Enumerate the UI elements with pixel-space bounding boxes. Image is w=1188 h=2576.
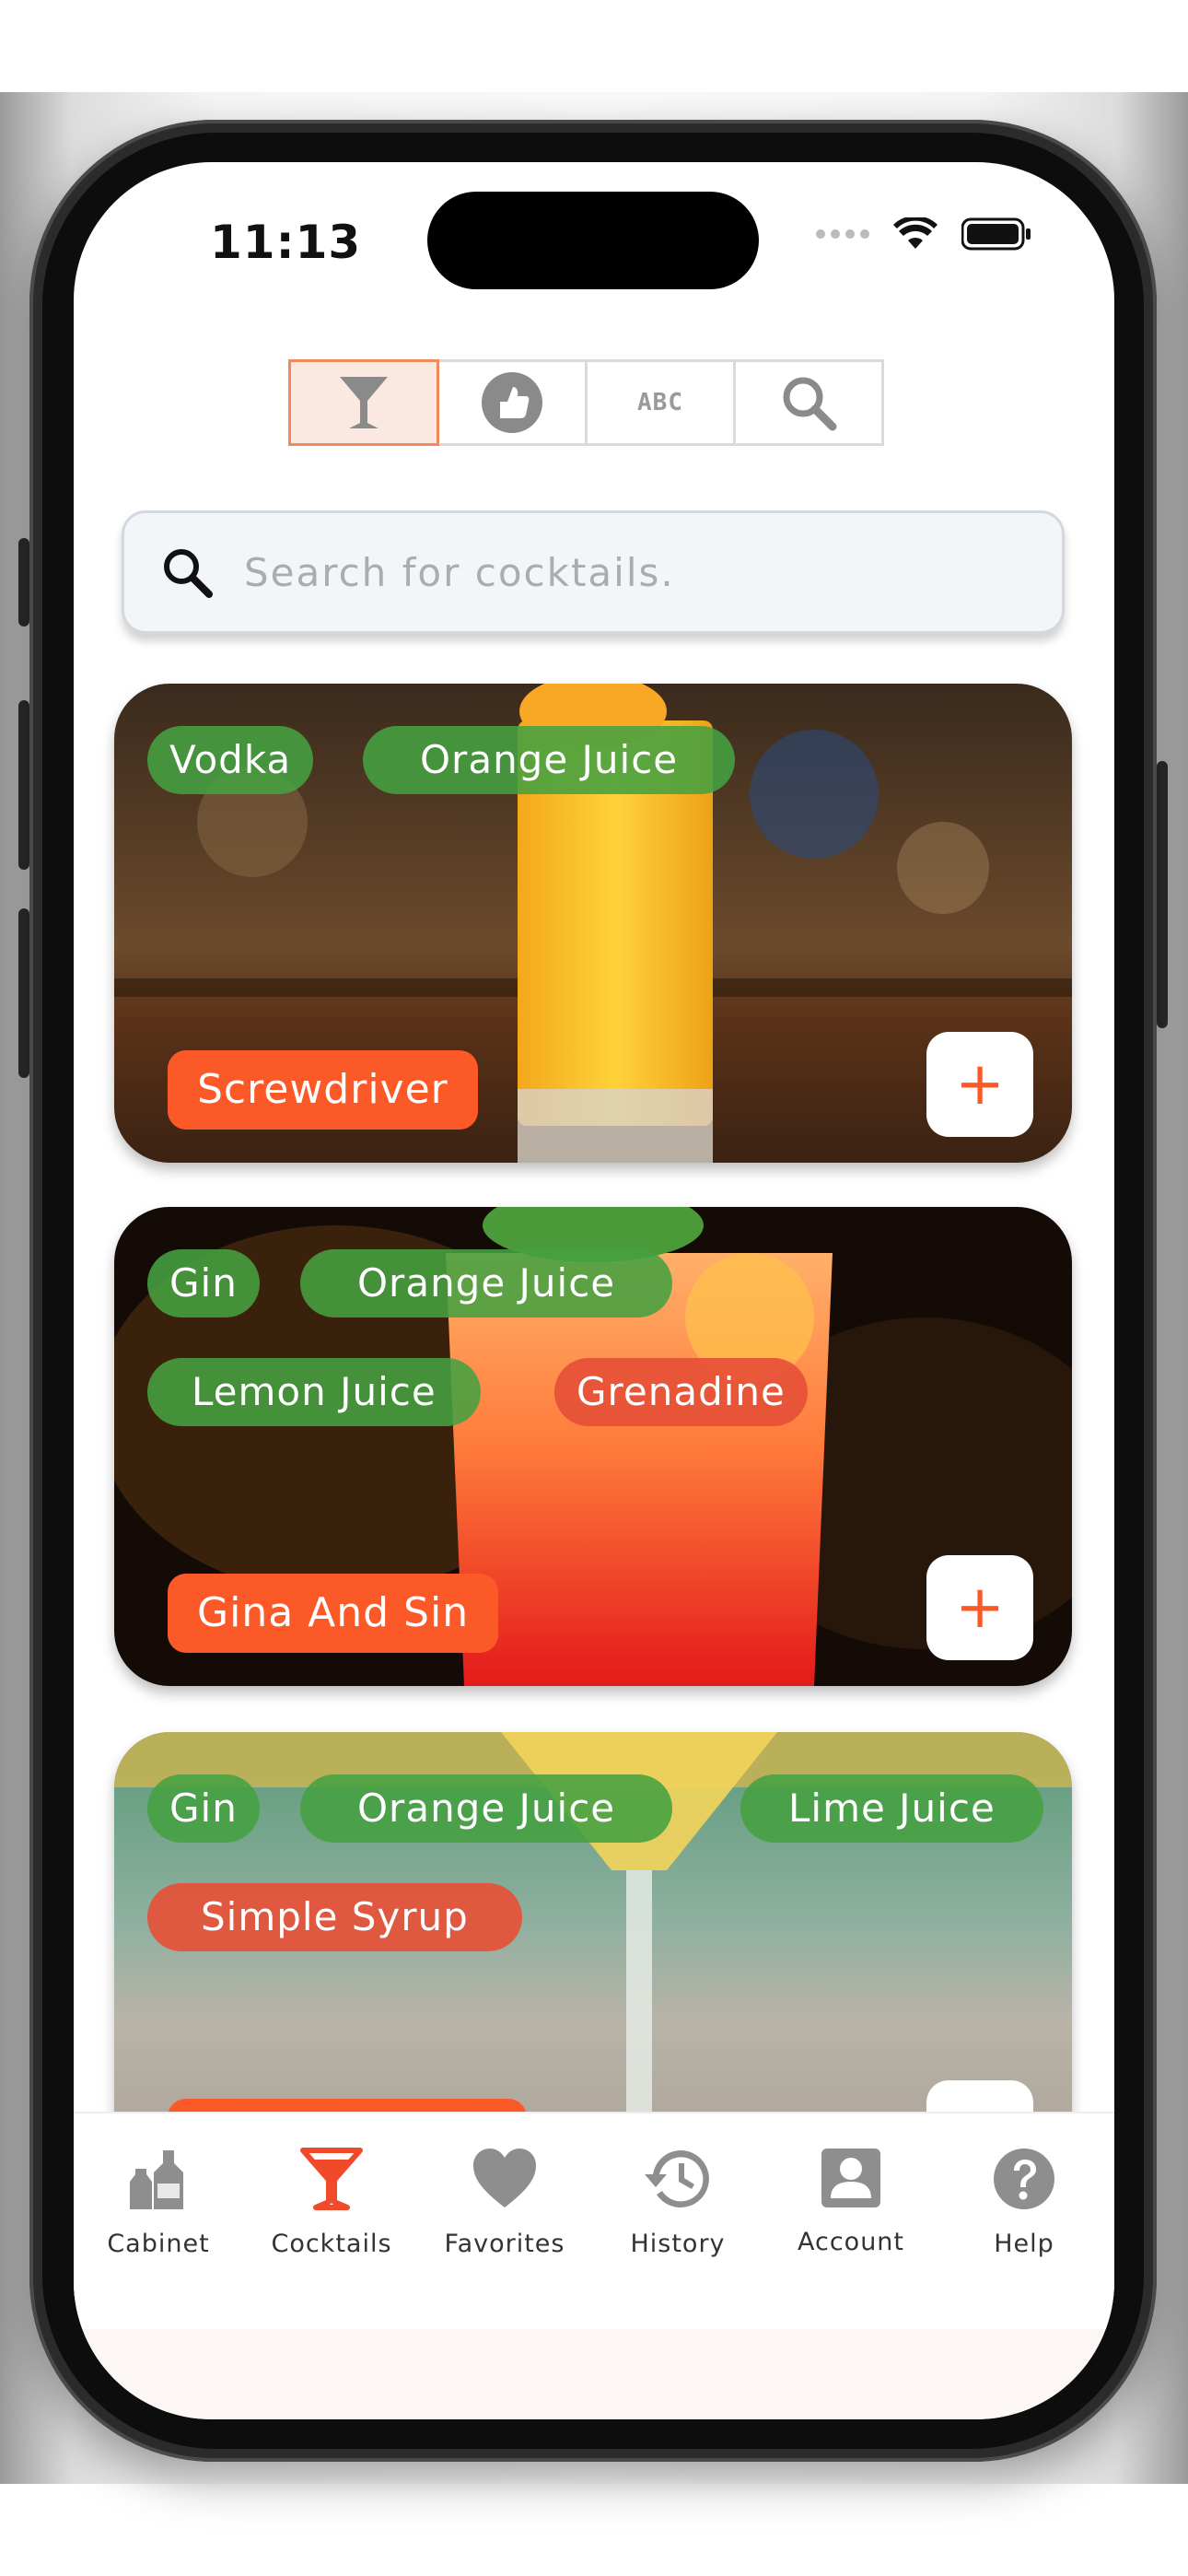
segment-search[interactable] [733,359,884,446]
phone-power-button [1157,761,1168,1028]
heart-icon [473,2149,536,2207]
ingredient-chip: Orange Juice [300,1774,673,1843]
segment-alphabetical[interactable]: ABC [585,359,736,446]
tab-label: Cabinet [107,2230,210,2258]
cocktail-icon [340,377,388,428]
search-icon [164,549,213,598]
plus-icon: + [955,1574,1005,1642]
dynamic-island [427,192,759,289]
search-input[interactable] [242,548,1001,596]
add-cocktail-button[interactable]: + [926,1032,1033,1137]
bottles-icon [130,2150,183,2209]
search-icon [783,377,837,431]
cocktail-card[interactable]: Gin Orange Juice Lime Juice Simple Syrup… [114,1732,1072,2152]
cocktail-card[interactable]: Gin Orange Juice Lemon Juice Grenadine G… [114,1207,1072,1686]
app-screen: Vodka Orange Juice Screwdriver + Gin Ora… [74,162,1114,2419]
tab-label: History [630,2230,726,2258]
cocktail-icon [300,2148,363,2210]
filter-segmented-control: ABC [288,359,884,446]
phone-volume-up-button [18,700,29,870]
battery-icon [961,217,1031,251]
account-icon [821,2149,880,2207]
wifi-icon [893,217,938,249]
tab-history[interactable]: History [591,2147,764,2258]
tab-bar: Cabinet Cocktails Favorites History Acco… [74,2112,1114,2419]
plus-icon: + [955,1050,1005,1118]
tab-label: Favorites [444,2230,565,2258]
phone-side-button [18,538,29,626]
tab-cabinet[interactable]: Cabinet [74,2147,245,2258]
tab-favorites[interactable]: Favorites [418,2147,591,2258]
help-icon [994,2149,1054,2209]
tab-cocktails[interactable]: Cocktails [245,2147,418,2258]
tab-label: Cocktails [271,2230,392,2258]
ingredient-chip: Gin [147,1249,260,1317]
history-icon [645,2149,709,2207]
status-icons [816,217,1031,251]
status-time: 11:13 [210,216,362,269]
cocktail-name: Screwdriver [168,1050,478,1130]
cocktail-name: Gina And Sin [168,1574,499,1653]
segment-cocktails[interactable] [288,359,439,446]
ingredient-chip: Lemon Juice [147,1358,481,1426]
tab-label: Help [994,2230,1054,2258]
ingredient-chip: Orange Juice [300,1249,673,1317]
thumb-icon [482,372,542,433]
add-cocktail-button[interactable]: + [926,1555,1033,1660]
tab-label: Account [797,2228,904,2256]
cocktail-card[interactable]: Vodka Orange Juice Screwdriver + [114,684,1072,1163]
ingredient-chip: Vodka [147,726,314,794]
ingredient-chip: Gin [147,1774,260,1843]
ingredient-chip: Orange Juice [363,726,736,794]
segment-favorites[interactable] [437,359,588,446]
phone-volume-down-button [18,908,29,1078]
abc-icon: ABC [637,389,683,416]
search-bar [122,510,1065,634]
ingredient-chip: Simple Syrup [147,1883,522,1951]
tab-help[interactable]: Help [938,2147,1111,2258]
tab-account[interactable]: Account [764,2147,938,2256]
cocktail-list[interactable]: Vodka Orange Juice Screwdriver + Gin Ora… [74,162,1114,2152]
ingredient-chip: Lime Juice [740,1774,1043,1843]
signal-icon [816,229,869,239]
ingredient-chip: Grenadine [554,1358,808,1426]
